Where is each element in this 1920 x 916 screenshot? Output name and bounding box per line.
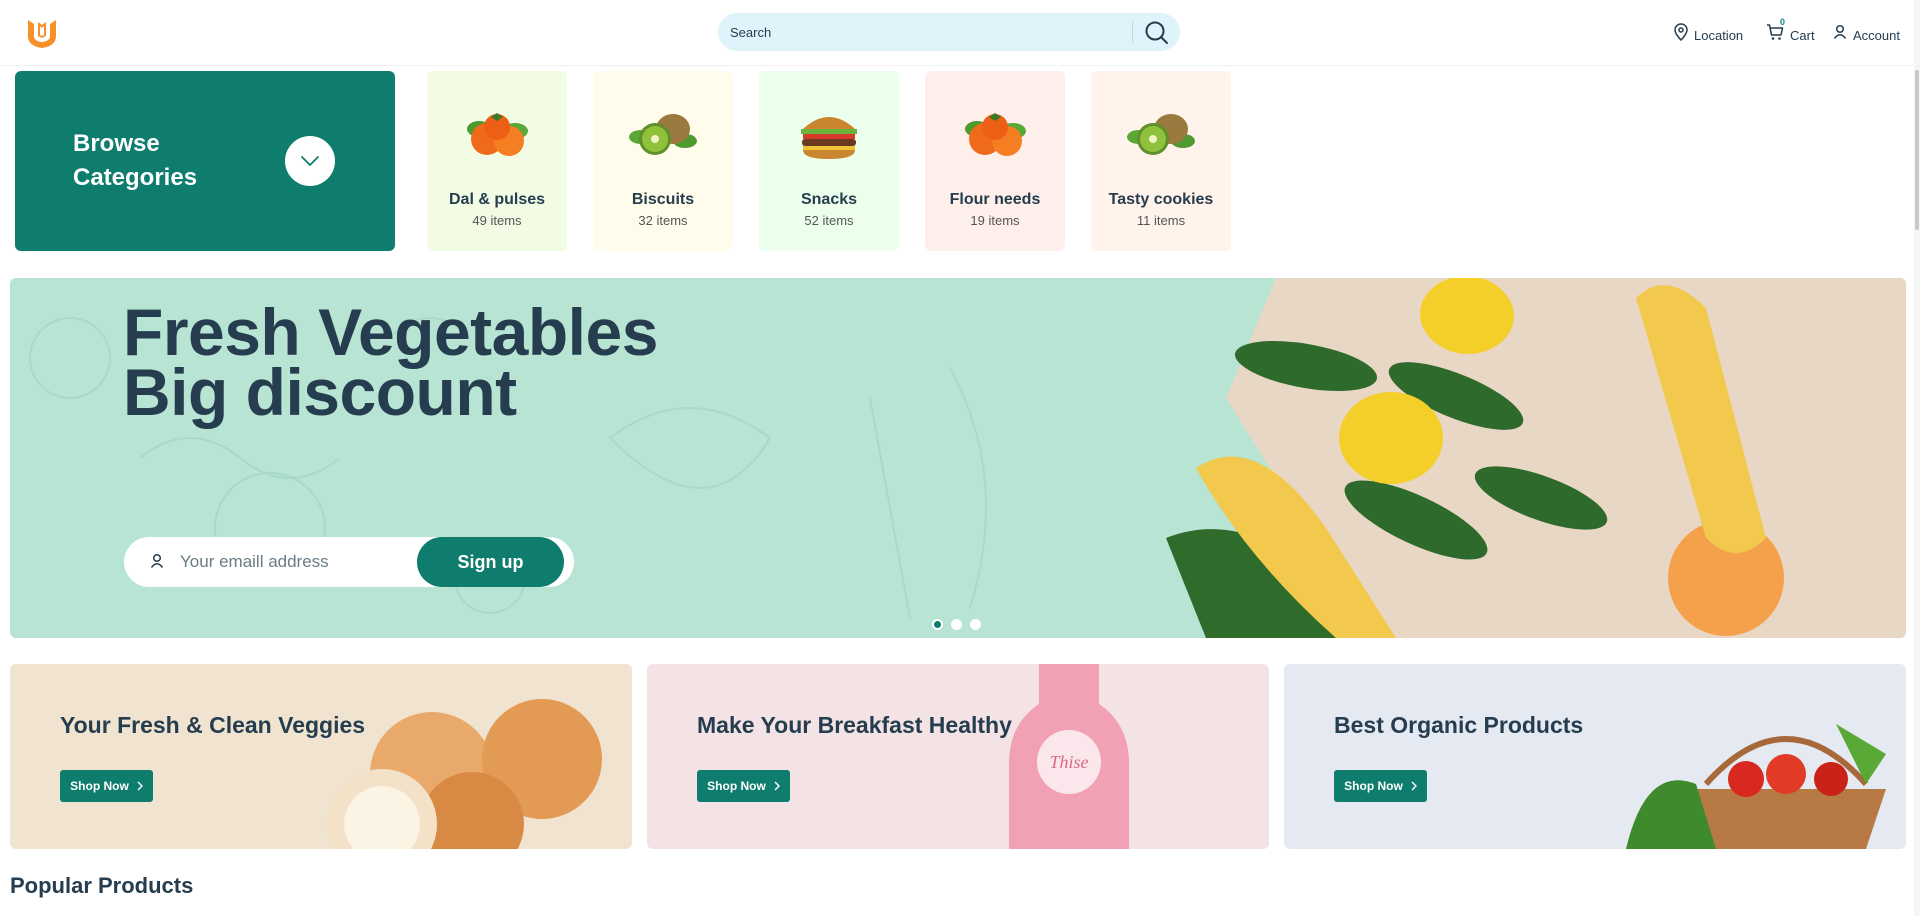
promo-banner-veggies: Your Fresh & Clean Veggies Shop Now	[10, 664, 632, 849]
scrollbar-thumb[interactable]	[1915, 70, 1919, 230]
search-icon[interactable]	[1142, 18, 1170, 46]
category-name: Flour needs	[949, 191, 1041, 208]
chevron-right-icon	[137, 781, 143, 791]
category-count: 32 items	[638, 213, 688, 228]
svg-text:Thise: Thise	[1049, 752, 1088, 772]
category-card-tasty-cookies[interactable]: Tasty cookies 11 items	[1091, 71, 1231, 251]
category-count: 52 items	[804, 213, 854, 228]
category-card-dal-pulses[interactable]: Dal & pulses 49 items	[427, 71, 567, 251]
category-count: 11 items	[1136, 213, 1186, 228]
cart-count-badge: 0	[1780, 17, 1786, 27]
slider-dot-3[interactable]	[970, 619, 981, 630]
onions-image	[327, 699, 602, 849]
search-divider	[1132, 21, 1133, 43]
persimmon-icon	[965, 113, 1026, 156]
browse-categories-title: Browse Categories	[73, 130, 198, 191]
shop-now-label: Shop Now	[1344, 779, 1403, 793]
location-pin-icon	[1674, 23, 1688, 41]
hero-title: Fresh Vegetables Big discount	[123, 299, 658, 425]
popular-products-heading: Popular Products	[10, 873, 194, 898]
promo-title: Best Organic Products	[1334, 712, 1584, 738]
shop-now-button[interactable]: Shop Now	[697, 770, 790, 802]
shop-now-button[interactable]: Shop Now	[1334, 770, 1427, 802]
burger-icon	[801, 117, 857, 159]
sign-up-button[interactable]: Sign up	[417, 537, 564, 587]
account-label: Account	[1853, 27, 1900, 43]
browse-categories-toggle[interactable]	[285, 136, 335, 186]
milk-bottle-image: Thise	[1009, 664, 1129, 849]
chevron-down-icon	[301, 156, 319, 166]
cart-label: Cart	[1790, 27, 1815, 43]
promo-title: Make Your Breakfast Healthy	[697, 712, 1012, 738]
vegetable-basket-image	[1626, 724, 1886, 849]
category-count: 49 items	[472, 213, 522, 228]
search-bar	[718, 13, 1180, 51]
chevron-right-icon	[1411, 781, 1417, 791]
user-icon	[1833, 24, 1847, 39]
cart-link[interactable]: 0 Cart	[1766, 17, 1815, 44]
hero-slider: Fresh Vegetables Big discount Sign up	[10, 278, 1906, 638]
cart-icon-wrap: 0	[1766, 17, 1785, 41]
logo-icon[interactable]	[24, 14, 60, 50]
slider-dots	[932, 619, 981, 630]
chevron-right-icon	[774, 781, 780, 791]
location-label: Location	[1694, 27, 1744, 43]
shop-now-button[interactable]: Shop Now	[60, 770, 153, 802]
browse-categories-card[interactable]: Browse Categories	[15, 71, 395, 251]
vegetables-image	[1166, 278, 1906, 638]
search-input[interactable]	[730, 22, 1110, 42]
shop-now-label: Shop Now	[707, 779, 766, 793]
category-count: 19 items	[970, 213, 1020, 228]
email-input[interactable]	[180, 551, 420, 573]
user-icon	[150, 553, 164, 568]
promo-banner-organic: Best Organic Products Shop Now	[1284, 664, 1906, 849]
newsletter-form: Sign up	[124, 537, 574, 587]
promo-title: Your Fresh & Clean Veggies	[60, 712, 366, 738]
location-link[interactable]: Location	[1674, 20, 1743, 44]
category-card-snacks[interactable]: Snacks 52 items	[759, 71, 899, 251]
kiwi-icon	[1127, 114, 1195, 155]
promo-banner-breakfast: Thise Make Your Breakfast Healthy Shop N…	[647, 664, 1269, 849]
category-name: Snacks	[800, 191, 858, 208]
category-name: Biscuits	[631, 191, 695, 208]
shop-now-label: Shop Now	[70, 779, 129, 793]
persimmon-icon	[467, 113, 528, 156]
hero-title-line2: Big discount	[123, 355, 517, 429]
slider-dot-2[interactable]	[951, 619, 962, 630]
site-header: Location 0 Cart Account	[0, 0, 1920, 66]
category-name: Dal & pulses	[448, 191, 546, 208]
category-name: Tasty cookies	[1108, 191, 1214, 208]
category-card-biscuits[interactable]: Biscuits 32 items	[593, 71, 733, 251]
account-link[interactable]: Account	[1833, 20, 1900, 44]
kiwi-icon	[629, 114, 697, 155]
slider-dot-1[interactable]	[932, 619, 943, 630]
category-card-flour-needs[interactable]: Flour needs 19 items	[925, 71, 1065, 251]
